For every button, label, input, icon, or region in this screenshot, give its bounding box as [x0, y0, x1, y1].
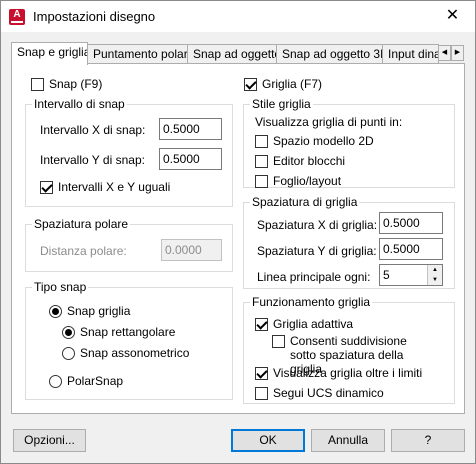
snap-x-input[interactable]: 0.5000 [159, 118, 222, 140]
polar-snap-radio[interactable] [49, 374, 62, 388]
snap-interval-group: Intervallo di snap Intervallo X di snap:… [25, 97, 233, 207]
layout-toggle[interactable]: Foglio/layout [255, 174, 341, 188]
grid-y-label: Spaziatura Y di griglia: [257, 244, 377, 258]
equal-intervals-checkbox[interactable] [40, 180, 53, 194]
help-button[interactable]: ? [391, 429, 465, 452]
grid-style-caption: Visualizza griglia di punti in: [255, 115, 403, 129]
snap-checkbox[interactable] [31, 77, 44, 91]
rect-snap-option[interactable]: Snap rettangolare [62, 325, 175, 339]
tab-scroll-left-icon[interactable]: ◀ [438, 45, 451, 61]
model-space-toggle[interactable]: Spazio modello 2D [255, 134, 374, 148]
polar-distance-input[interactable]: 0.0000 [161, 239, 222, 261]
snap-x-label: Intervallo X di snap: [40, 123, 146, 137]
cancel-button[interactable]: Annulla [311, 429, 385, 452]
snap-type-group: Tipo snap Snap griglia Snap rettangolare… [25, 280, 233, 400]
snap-toggle[interactable]: Snap (F9) [31, 77, 102, 91]
options-button[interactable]: Opzioni... [13, 429, 86, 452]
drawing-settings-dialog: A Impostazioni disegno ✕ Snap e griglia … [0, 0, 476, 464]
spin-up-icon[interactable]: ▲ [428, 265, 442, 275]
polar-spacing-group-title: Spaziatura polare [32, 217, 131, 231]
layout-checkbox[interactable] [255, 174, 268, 188]
beyond-limits-label: Visualizza griglia oltre i limiti [273, 366, 423, 380]
grid-x-label: Spaziatura X di griglia: [257, 218, 378, 232]
grid-style-group-title: Stile griglia [250, 97, 313, 111]
grid-behavior-group: Funzionamento griglia Griglia adattiva C… [243, 295, 455, 404]
adaptive-grid-toggle[interactable]: Griglia adattiva [255, 317, 353, 331]
snap-interval-group-title: Intervallo di snap [32, 97, 127, 111]
dialog-title: Impostazioni disegno [33, 9, 156, 24]
polar-distance-label: Distanza polare: [40, 244, 127, 258]
tab-object-snap-3d[interactable]: Snap ad oggetto 3D [276, 44, 383, 64]
tab-dynamic-input[interactable]: Input dina [382, 44, 439, 64]
grid-checkbox[interactable] [244, 77, 257, 91]
tab-scroll-right-icon[interactable]: ▶ [451, 45, 464, 61]
major-line-label: Linea principale ogni: [257, 270, 371, 284]
close-icon[interactable]: ✕ [430, 1, 475, 32]
tab-object-snap[interactable]: Snap ad oggetto [187, 44, 277, 64]
grid-toggle[interactable]: Griglia (F7) [244, 77, 322, 91]
tab-strip: Snap e griglia Puntamento polare Snap ad… [11, 42, 465, 65]
tab-snap-grid[interactable]: Snap e griglia [11, 42, 88, 65]
snap-type-group-title: Tipo snap [32, 280, 89, 294]
equal-intervals-toggle[interactable]: Intervalli X e Y uguali [40, 180, 170, 194]
block-editor-checkbox[interactable] [255, 154, 268, 168]
follow-ucs-toggle[interactable]: Segui UCS dinamico [255, 386, 384, 400]
model-space-checkbox[interactable] [255, 134, 268, 148]
grid-snap-label: Snap griglia [67, 304, 131, 318]
grid-spacing-group: Spaziatura di griglia Spaziatura X di gr… [243, 195, 455, 289]
tab-polar-tracking[interactable]: Puntamento polare [87, 44, 188, 64]
adaptive-grid-label: Griglia adattiva [273, 317, 354, 331]
grid-snap-radio[interactable] [49, 304, 62, 318]
grid-style-group: Stile griglia Visualizza griglia di punt… [243, 97, 455, 188]
snap-toggle-label: Snap (F9) [49, 77, 103, 91]
snap-y-input[interactable]: 0.5000 [159, 148, 222, 170]
subdivision-checkbox[interactable] [272, 335, 285, 348]
block-editor-toggle[interactable]: Editor blocchi [255, 154, 345, 168]
rect-snap-radio[interactable] [62, 325, 75, 339]
snap-grid-panel: Snap (F9) Intervallo di snap Intervallo … [11, 63, 465, 414]
grid-behavior-group-title: Funzionamento griglia [250, 295, 373, 309]
beyond-limits-toggle[interactable]: Visualizza griglia oltre i limiti [255, 366, 422, 380]
polar-spacing-group: Spaziatura polare Distanza polare: 0.000… [25, 217, 233, 272]
layout-label: Foglio/layout [273, 174, 342, 188]
adaptive-grid-checkbox[interactable] [255, 317, 268, 331]
grid-y-input[interactable]: 0.5000 [379, 238, 443, 260]
grid-snap-option[interactable]: Snap griglia [49, 304, 130, 318]
grid-toggle-label: Griglia (F7) [262, 77, 323, 91]
snap-y-label: Intervallo Y di snap: [40, 153, 145, 167]
polar-snap-label: PolarSnap [67, 374, 124, 388]
follow-ucs-label: Segui UCS dinamico [273, 386, 384, 400]
iso-snap-option[interactable]: Snap assonometrico [62, 346, 189, 360]
spin-down-icon[interactable]: ▼ [428, 275, 442, 285]
grid-x-input[interactable]: 0.5000 [379, 212, 443, 234]
follow-ucs-checkbox[interactable] [255, 386, 268, 400]
rect-snap-label: Snap rettangolare [80, 325, 176, 339]
equal-intervals-label: Intervalli X e Y uguali [58, 180, 171, 194]
block-editor-label: Editor blocchi [273, 154, 346, 168]
model-space-label: Spazio modello 2D [273, 134, 374, 148]
title-bar: A Impostazioni disegno ✕ [1, 1, 475, 32]
beyond-limits-checkbox[interactable] [255, 366, 268, 380]
major-line-spinner[interactable]: ▲ ▼ [427, 265, 442, 285]
ok-button[interactable]: OK [231, 429, 305, 452]
grid-spacing-group-title: Spaziatura di griglia [250, 195, 360, 209]
autocad-app-icon: A [9, 9, 25, 25]
iso-snap-radio[interactable] [62, 346, 75, 360]
iso-snap-label: Snap assonometrico [80, 346, 190, 360]
polar-snap-option[interactable]: PolarSnap [49, 374, 123, 388]
